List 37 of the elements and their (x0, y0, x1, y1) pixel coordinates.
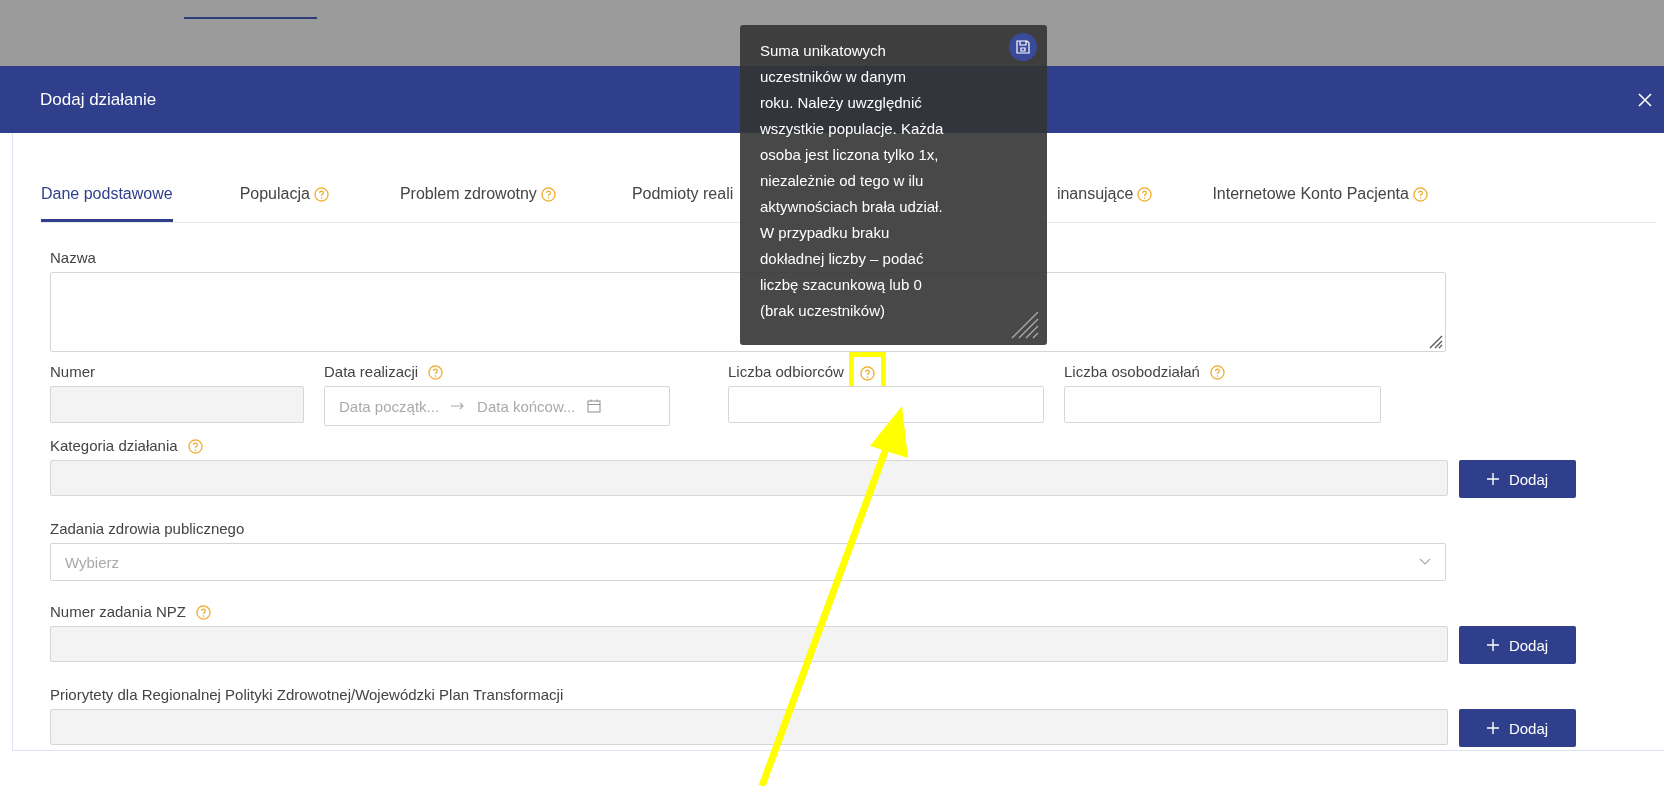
close-icon[interactable] (1638, 92, 1652, 107)
tab[interactable]: inansujące (1056, 182, 1153, 222)
help-icon[interactable] (859, 365, 875, 381)
help-icon[interactable] (1209, 364, 1225, 380)
help-icon[interactable] (1137, 187, 1153, 202)
field-label: Kategoria działania (50, 436, 178, 454)
resize-grip-icon[interactable] (1427, 333, 1443, 349)
help-icon[interactable] (428, 364, 444, 380)
field-label: Numer (50, 362, 95, 380)
plus-icon (1486, 639, 1499, 651)
field-label: Liczba osobodziałań (1064, 362, 1200, 380)
help-icon[interactable] (1412, 187, 1428, 202)
tooltip-text: Suma unikatowych uczestników w danym roku. Należy uwzględnić wszystkie populacje. Każda osoba jest liczona tylko 1x, niezależnie od tego w ilu aktywnościach brała udział. W przypadku braku dokładnej liczby – podać liczbę szacunkową lub 0 (brak uczestników) (760, 41, 944, 321)
plus-icon (1486, 722, 1499, 734)
resize-grip-icon[interactable] (1009, 309, 1039, 339)
calendar-icon[interactable] (587, 399, 602, 413)
input-field[interactable] (728, 386, 1044, 423)
arrow-right-icon (451, 402, 466, 410)
field-label: Priorytety dla Regionalnej Polityki Zdrowotnej/Wojewódzki Plan Transformacji (50, 685, 564, 703)
help-icon[interactable] (313, 187, 329, 202)
field-label: Numer zadania NPZ (50, 602, 186, 620)
field-label: Liczba odbiorców (728, 362, 844, 380)
plus-icon (1486, 473, 1499, 485)
tab[interactable]: Problem zdrowotny (399, 182, 556, 222)
field-label: Zadania zdrowia publicznego (50, 519, 245, 537)
tab[interactable]: Dane podstawowe (41, 182, 173, 222)
save-icon[interactable] (1009, 33, 1037, 61)
help-icon[interactable] (540, 187, 556, 202)
tab[interactable]: Internetowe Konto Pacjenta (1212, 182, 1428, 222)
tab[interactable]: Populacja (239, 182, 329, 222)
chevron-down-icon (1419, 558, 1431, 566)
start-date-placeholder: Data początk... (339, 397, 440, 415)
field-label: Nazwa (50, 248, 96, 266)
dialog-title: Dodaj działanie (40, 89, 157, 110)
end-date-placeholder: Data końcow... (477, 397, 576, 415)
input-field[interactable] (1064, 386, 1381, 423)
field-label: Data realizacji (324, 362, 419, 380)
